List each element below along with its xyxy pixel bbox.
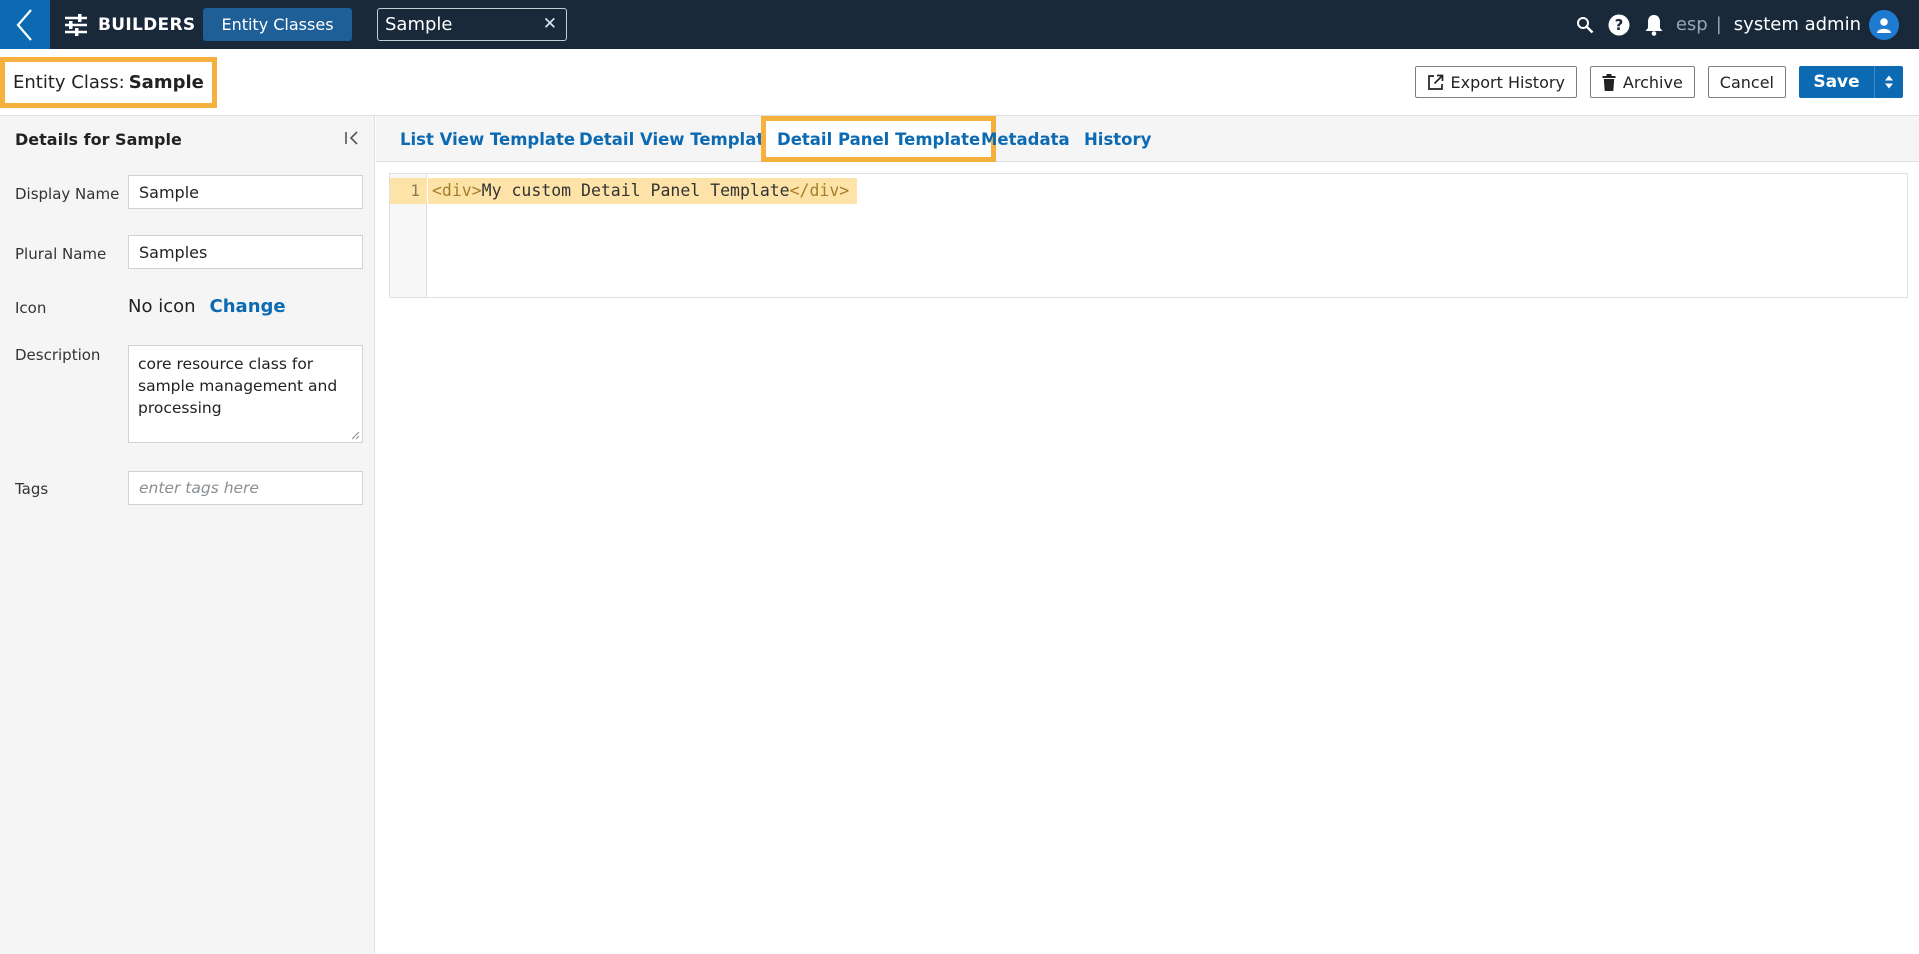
code-text: My custom Detail Panel Template (481, 181, 790, 200)
tab-detail-view-template[interactable]: Detail View Template (579, 116, 775, 162)
tags-label: Tags (15, 480, 49, 498)
top-nav-bar: BUILDERS Entity Classes Sample ✕ ? esp |… (0, 0, 1919, 49)
editor-gutter: 1 (390, 174, 427, 297)
svg-text:?: ? (1614, 16, 1623, 34)
entity-classes-button[interactable]: Entity Classes (203, 8, 352, 41)
avatar[interactable] (1869, 9, 1899, 40)
tab-detail-panel-template[interactable]: Detail Panel Template (761, 116, 997, 162)
nav-separator: | (1715, 14, 1722, 35)
trash-icon (1602, 73, 1616, 91)
display-name-label: Display Name (15, 185, 120, 203)
sliders-icon (65, 13, 87, 36)
page-title-name: Sample (128, 72, 204, 93)
plural-name-label: Plural Name (15, 245, 107, 263)
icon-label: Icon (15, 299, 47, 317)
org-label: esp (1675, 14, 1708, 35)
tab-list-view-template[interactable]: List View Template (400, 116, 575, 162)
builders-label: BUILDERS (98, 14, 196, 35)
cancel-button[interactable]: Cancel (1707, 66, 1786, 98)
archive-button[interactable]: Archive (1589, 66, 1695, 98)
page-title-prefix: Entity Class: (13, 72, 125, 93)
description-text: core resource class for sample managemen… (138, 355, 338, 417)
save-options-button[interactable] (1874, 66, 1903, 98)
user-name[interactable]: system admin (1734, 14, 1861, 35)
open-tab-label: Sample (385, 14, 453, 35)
line-number: 1 (390, 178, 427, 204)
page-title: Entity Class: Sample (0, 57, 217, 108)
tags-input[interactable]: enter tags here (128, 471, 363, 505)
user-icon (1877, 17, 1891, 33)
collapse-sidebar-icon[interactable] (344, 130, 360, 150)
icon-selector: No icon Change (128, 296, 286, 317)
sidebar-title: Details for Sample (15, 130, 182, 149)
caret-up-down-icon (1885, 75, 1893, 89)
open-tab-sample[interactable]: Sample ✕ (377, 8, 567, 41)
save-button-group: Save (1799, 66, 1903, 98)
chevron-left-icon (16, 8, 32, 41)
builders-menu[interactable]: BUILDERS (64, 0, 195, 49)
top-right-controls: ? esp | system admin (1562, 0, 1899, 49)
help-icon[interactable]: ? (1608, 14, 1630, 36)
export-history-button[interactable]: Export History (1414, 66, 1577, 98)
back-button[interactable] (0, 0, 50, 49)
code-line[interactable]: <div>My custom Detail Panel Template</di… (428, 178, 858, 204)
header-actions: Export History Archive Cancel Save (1414, 66, 1903, 98)
code-open-tag: <div> (432, 181, 482, 200)
code-close-tag: </div> (789, 181, 850, 200)
bell-icon[interactable] (1644, 14, 1664, 36)
icon-value: No icon (128, 296, 196, 317)
change-icon-link[interactable]: Change (210, 296, 286, 317)
plural-name-field[interactable]: Samples (128, 235, 363, 269)
search-icon[interactable] (1576, 16, 1594, 34)
description-label: Description (15, 346, 101, 364)
template-tabs: List View Template Detail View Template … (376, 116, 1919, 162)
code-editor[interactable]: 1 <div>My custom Detail Panel Template</… (389, 173, 1908, 298)
resize-grip-icon[interactable] (351, 431, 360, 440)
description-field[interactable]: core resource class for sample managemen… (128, 345, 363, 443)
display-name-field[interactable]: Sample (128, 175, 363, 209)
archive-label: Archive (1622, 72, 1683, 92)
tab-history[interactable]: History (1084, 116, 1151, 162)
close-icon[interactable]: ✕ (543, 14, 557, 34)
export-history-label: Export History (1450, 72, 1565, 92)
save-button[interactable]: Save (1799, 66, 1874, 98)
external-link-icon (1427, 74, 1443, 90)
details-sidebar: Details for Sample Display Name Sample P… (0, 116, 375, 954)
tab-metadata[interactable]: Metadata (981, 116, 1070, 162)
